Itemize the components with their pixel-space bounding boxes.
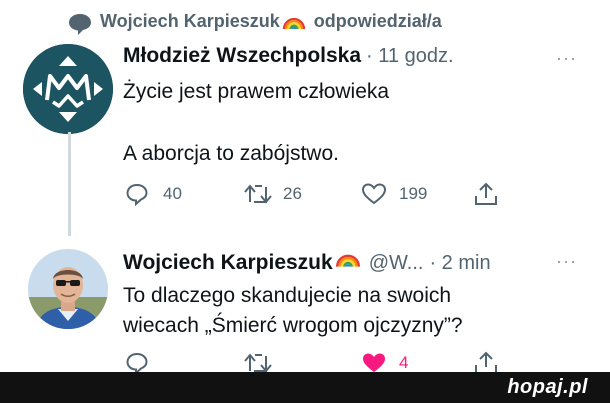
more-options-icon[interactable]: ··· — [556, 251, 577, 272]
tweet2-time[interactable]: · 2 min — [429, 252, 490, 275]
reply-button[interactable]: 40 — [125, 182, 243, 206]
tweet1-header: Młodzież Wszechpolska · 11 godz. — [123, 44, 454, 68]
mw-logo-icon — [23, 44, 113, 134]
reply-header-user[interactable]: Wojciech Karpieszuk — [100, 11, 280, 32]
tweet1-text-line1: Życie jest prawem człowieka — [123, 80, 390, 103]
share-button[interactable] — [473, 181, 499, 207]
retweet-count: 26 — [283, 184, 302, 203]
like-count: 199 — [399, 184, 428, 203]
reply-count: 40 — [163, 184, 182, 203]
tweet1-author[interactable]: Młodzież Wszechpolska — [123, 44, 361, 68]
profile-photo — [28, 249, 108, 329]
heart-icon — [361, 183, 387, 205]
avatar-mlodziez-wszechpolska[interactable] — [23, 44, 113, 134]
more-options-icon[interactable]: ··· — [556, 48, 577, 69]
rainbow-icon — [282, 17, 305, 30]
tweet2-text-line1: To dlaczego skandujecie na swoich — [123, 284, 452, 307]
like-count: 4 — [399, 353, 409, 372]
like-button[interactable]: 199 — [361, 182, 473, 206]
reply-icon — [126, 183, 148, 206]
tweet1-time[interactable]: · 11 godz. — [366, 45, 453, 68]
rainbow-icon — [335, 254, 360, 267]
tweet2-handle[interactable]: @W... — [369, 252, 424, 275]
reply-header: Wojciech Karpieszuk odpowiedział/a — [69, 8, 442, 35]
thread-line — [68, 132, 71, 236]
avatar-wojciech-karpieszuk[interactable] — [28, 249, 108, 329]
retweet-icon — [244, 184, 272, 204]
tweet2-text-line2: wiecach „Śmierć wrogom ojczyzny”? — [123, 314, 463, 337]
reply-header-action: odpowiedział/a — [313, 10, 442, 31]
tweet1-actions: 40 26 199 — [125, 181, 499, 207]
tweet2-header: Wojciech Karpieszuk @W... · 2 min — [123, 247, 491, 275]
share-icon — [475, 182, 497, 205]
retweet-button[interactable]: 26 — [243, 182, 361, 206]
speech-bubble-icon — [69, 14, 91, 35]
watermark-logo: hopaj.pl — [507, 376, 588, 398]
tweet2-author[interactable]: Wojciech Karpieszuk — [123, 251, 333, 275]
tweet1-text-line2: A aborcja to zabójstwo. — [123, 142, 339, 165]
